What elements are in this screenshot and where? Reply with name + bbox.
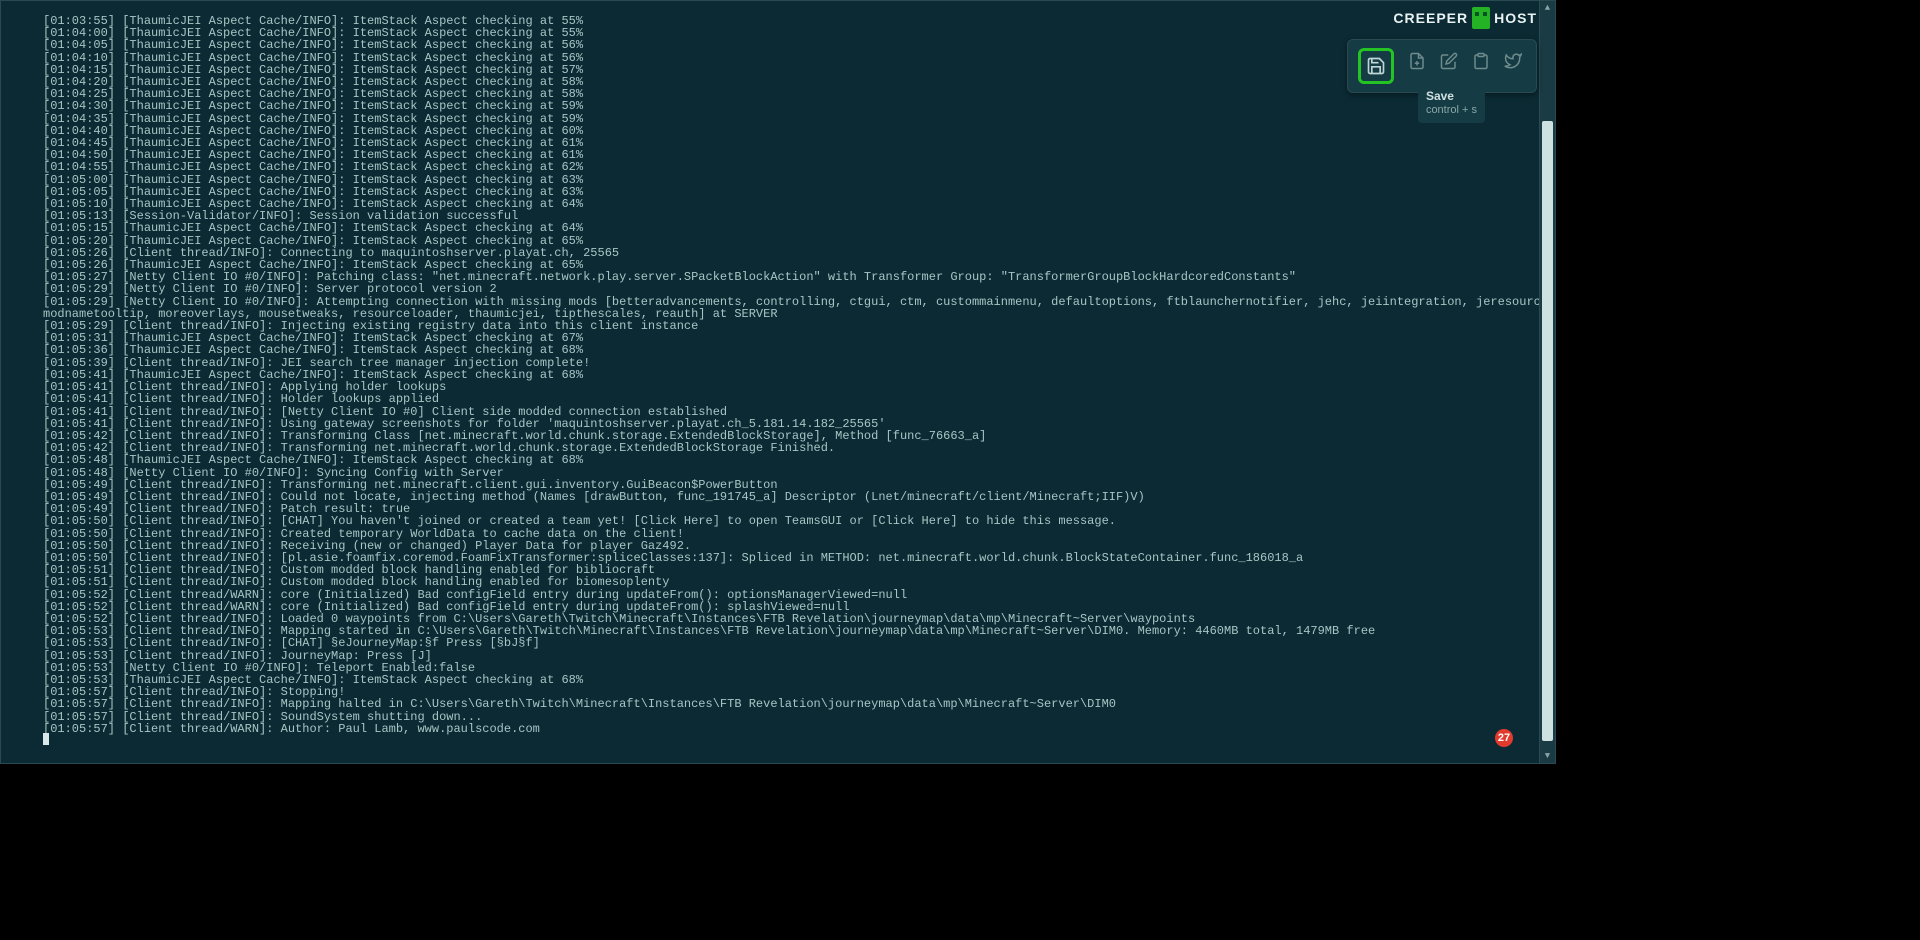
log-line: [01:05:41] [Client thread/INFO]: [Netty … [43,406,1545,418]
save-icon [1366,56,1386,76]
new-file-icon [1408,52,1426,70]
new-file-button[interactable] [1404,48,1430,74]
log-line: [01:05:50] [Client thread/INFO]: [CHAT] … [43,515,1545,527]
log-line: [01:05:48] [ThaumicJEI Aspect Cache/INFO… [43,454,1545,466]
log-line: [01:04:30] [ThaumicJEI Aspect Cache/INFO… [43,100,1545,112]
edit-button[interactable] [1436,48,1462,74]
log-line: [01:05:00] [ThaumicJEI Aspect Cache/INFO… [43,174,1545,186]
log-line: [01:04:10] [ThaumicJEI Aspect Cache/INFO… [43,52,1545,64]
log-line: [01:05:29] [Netty Client IO #0/INFO]: Se… [43,283,1545,295]
brand-text-right: HOST [1494,10,1537,26]
log-line: [01:05:36] [ThaumicJEI Aspect Cache/INFO… [43,344,1545,356]
vertical-scrollbar[interactable]: ▲ ▼ [1539,1,1555,763]
log-line: [01:05:50] [Client thread/INFO]: Created… [43,528,1545,540]
edit-icon [1440,52,1458,70]
brand-text-left: CREEPER [1393,10,1468,26]
save-tooltip: Save control + s [1418,85,1485,123]
log-line: [01:04:35] [ThaumicJEI Aspect Cache/INFO… [43,113,1545,125]
brand-logo: CREEPER HOST [1393,7,1537,29]
tooltip-title: Save [1426,89,1477,103]
log-line: [01:05:53] [Client thread/INFO]: [CHAT] … [43,637,1545,649]
text-cursor [43,733,49,745]
twitter-button[interactable] [1500,48,1526,74]
twitter-icon [1504,52,1522,70]
log-line: [01:05:48] [Netty Client IO #0/INFO]: Sy… [43,467,1545,479]
log-line: [01:04:05] [ThaumicJEI Aspect Cache/INFO… [43,39,1545,51]
scroll-up-button[interactable]: ▲ [1540,1,1555,15]
log-line: [01:05:15] [ThaumicJEI Aspect Cache/INFO… [43,222,1545,234]
notification-badge[interactable]: 27 [1495,729,1513,747]
log-line: [01:05:57] [Client thread/INFO]: SoundSy… [43,711,1545,723]
log-line: [01:05:41] [Client thread/INFO]: Holder … [43,393,1545,405]
save-button[interactable] [1358,48,1394,84]
app-viewport: [01:03:55] [ThaumicJEI Aspect Cache/INFO… [0,0,1556,764]
clipboard-icon [1472,52,1490,70]
log-output[interactable]: [01:03:55] [ThaumicJEI Aspect Cache/INFO… [1,1,1555,763]
scroll-thumb[interactable] [1542,121,1553,741]
log-line: [01:05:52] [Client thread/WARN]: core (I… [43,589,1545,601]
tooltip-shortcut: control + s [1426,103,1477,117]
log-line: [01:05:57] [Client thread/INFO]: Mapping… [43,698,1545,710]
log-line: [01:05:57] [Client thread/WARN]: Author:… [43,723,1545,735]
creeper-icon [1472,7,1490,29]
log-line: [01:05:51] [Client thread/INFO]: Custom … [43,576,1545,588]
clipboard-button[interactable] [1468,48,1494,74]
log-line: [01:05:53] [Client thread/INFO]: Journey… [43,650,1545,662]
log-line: [01:04:55] [ThaumicJEI Aspect Cache/INFO… [43,161,1545,173]
scroll-down-button[interactable]: ▼ [1540,749,1555,763]
